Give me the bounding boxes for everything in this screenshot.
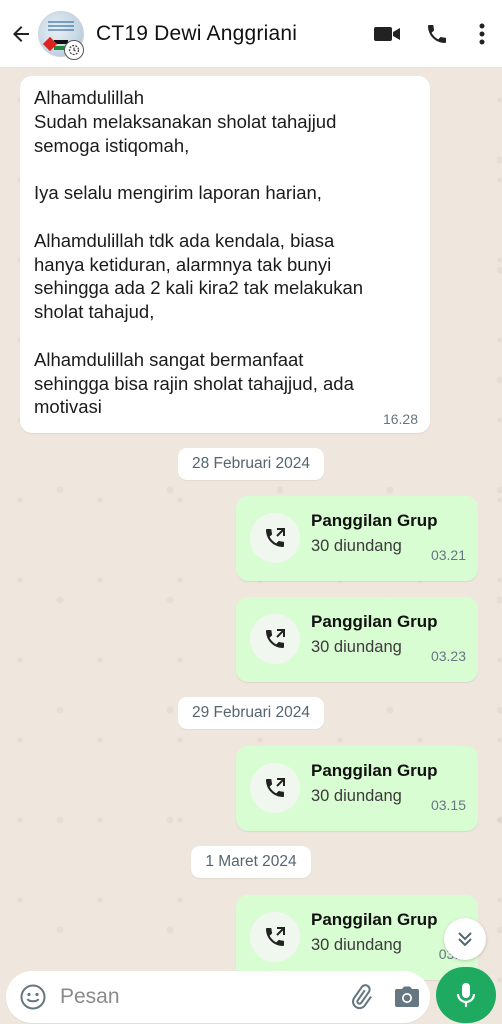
- group-call-message[interactable]: Panggilan Grup 30 diundang 03.0: [236, 895, 478, 980]
- call-icon-container: [250, 912, 300, 962]
- outgoing-call-icon: [266, 629, 285, 648]
- group-call-message[interactable]: Panggilan Grup 30 diundang 03.23: [236, 597, 478, 682]
- back-arrow-icon: [13, 25, 29, 42]
- paperclip-icon: [352, 984, 372, 1010]
- microphone-icon: [456, 983, 476, 1007]
- more-options-button[interactable]: [462, 0, 502, 68]
- video-call-button[interactable]: [362, 0, 412, 68]
- group-call-message[interactable]: Panggilan Grup 30 diundang 03.15: [236, 746, 478, 831]
- double-chevron-down-icon: [458, 932, 472, 947]
- voice-call-icon: [428, 24, 446, 43]
- voice-call-button[interactable]: [412, 0, 462, 68]
- call-title: Panggilan Grup: [311, 761, 438, 780]
- message-input[interactable]: [60, 977, 338, 1017]
- camera-button[interactable]: [384, 971, 430, 1023]
- video-call-icon: [374, 26, 400, 41]
- date-separator: 1 Maret 2024: [191, 846, 311, 878]
- call-invited-count: 30 diundang: [311, 537, 402, 555]
- chat-header: CT19 Dewi Anggriani: [0, 0, 502, 68]
- outgoing-call-icon: [266, 927, 285, 946]
- contact-name[interactable]: CT19 Dewi Anggriani: [96, 22, 362, 46]
- more-vertical-icon: [479, 23, 485, 44]
- back-button[interactable]: [4, 0, 38, 68]
- outgoing-call-icon: [266, 778, 285, 797]
- call-timestamp: 03.15: [430, 797, 466, 813]
- attach-button[interactable]: [338, 971, 384, 1023]
- call-title: Panggilan Grup: [311, 910, 438, 929]
- call-icon-container: [250, 513, 300, 563]
- call-timestamp: 03.23: [430, 648, 466, 664]
- disappearing-timer-icon: [64, 40, 84, 60]
- call-icon-container: [250, 614, 300, 664]
- message-timestamp: 16.28: [382, 411, 418, 427]
- emoji-button[interactable]: [6, 971, 60, 1023]
- call-invited-count: 30 diundang: [311, 638, 402, 656]
- date-separator: 29 Februari 2024: [178, 697, 324, 729]
- voice-message-button[interactable]: [436, 967, 496, 1023]
- outgoing-call-icon: [266, 528, 285, 547]
- avatar-text-lines: [48, 20, 74, 33]
- camera-icon: [395, 986, 419, 1007]
- call-timestamp: 03.21: [430, 547, 466, 563]
- group-call-message[interactable]: Panggilan Grup 30 diundang 03.21: [236, 496, 478, 581]
- message-composer: [6, 971, 430, 1023]
- incoming-message[interactable]: Alhamdulillah Sudah melaksanakan sholat …: [20, 76, 430, 433]
- emoji-icon: [20, 984, 46, 1010]
- call-invited-count: 30 diundang: [311, 936, 402, 954]
- call-icon-container: [250, 763, 300, 813]
- call-title: Panggilan Grup: [311, 511, 438, 530]
- date-separator: 28 Februari 2024: [178, 448, 324, 480]
- message-text: Alhamdulillah Sudah melaksanakan sholat …: [34, 87, 364, 418]
- call-invited-count: 30 diundang: [311, 787, 402, 805]
- call-title: Panggilan Grup: [311, 612, 438, 631]
- scroll-to-bottom-button[interactable]: [444, 918, 486, 960]
